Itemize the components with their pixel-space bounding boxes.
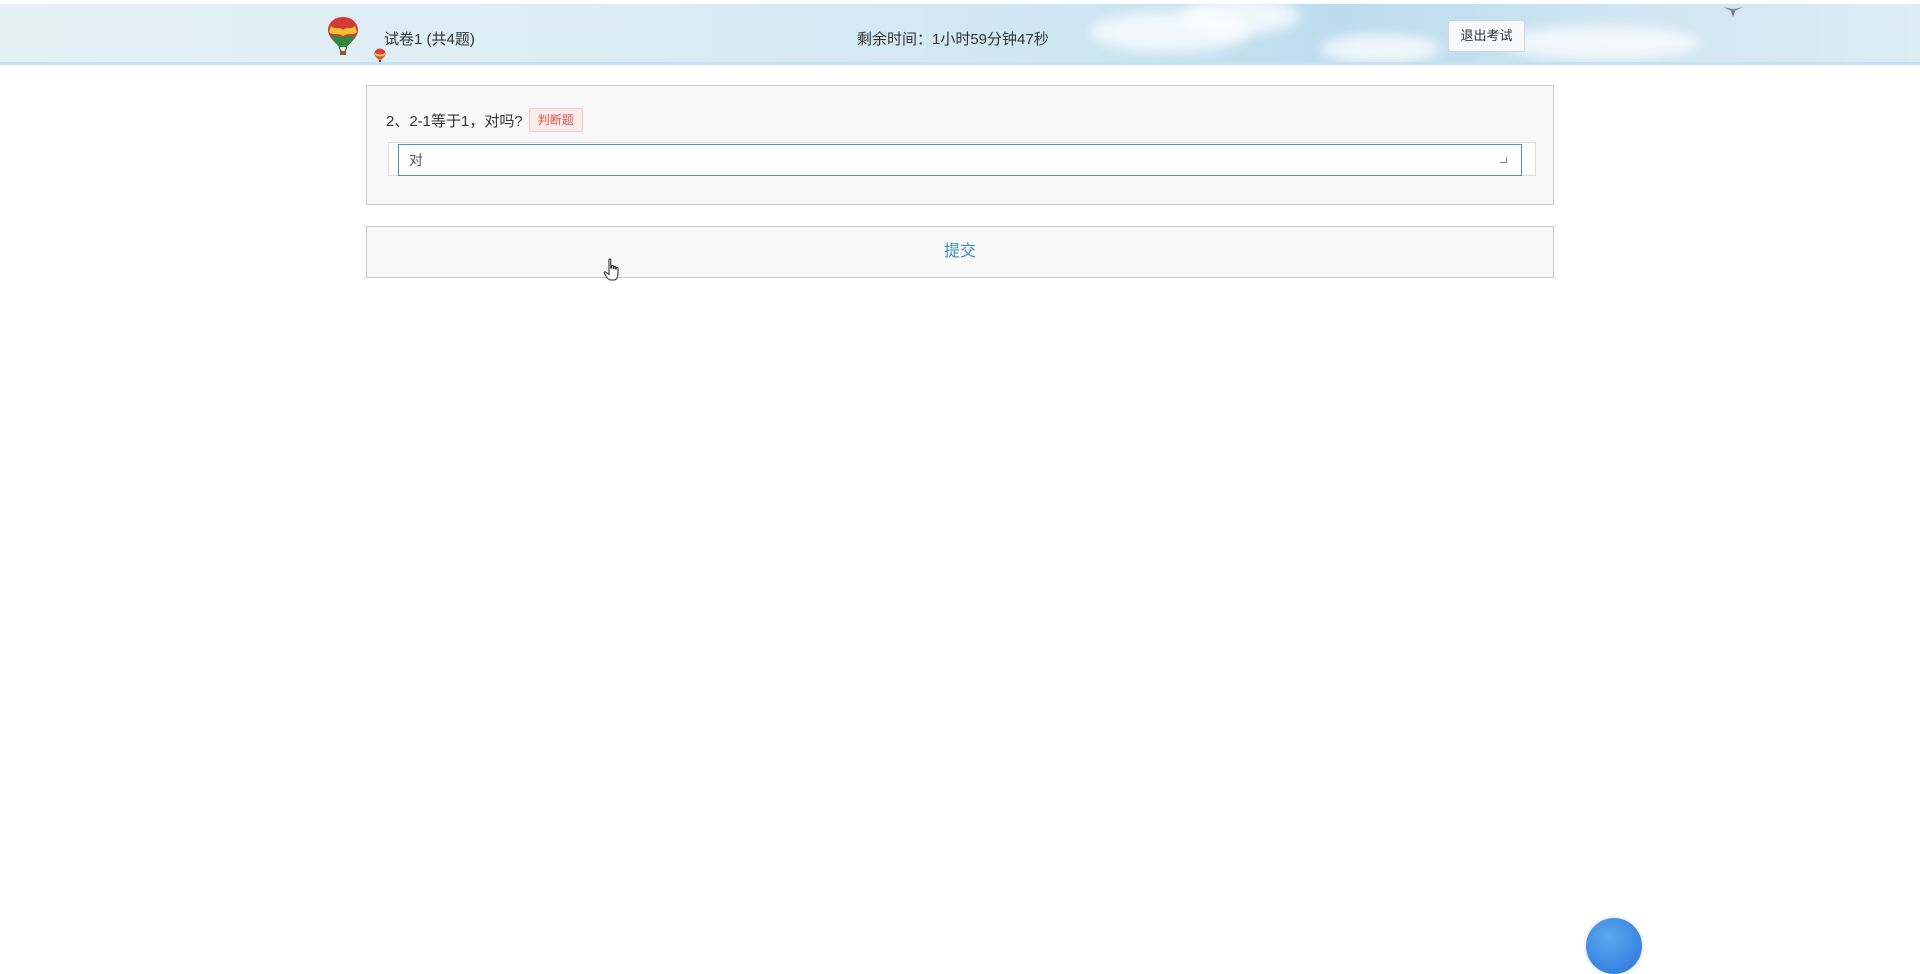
submit-button[interactable]: 提交 xyxy=(366,226,1554,278)
answer-field-wrapper: 对 xyxy=(388,142,1536,176)
question-type-badge: 判断题 xyxy=(528,108,583,132)
question-card: 2、2-1等于1，对吗? 判断题 对 xyxy=(366,85,1554,205)
answer-select[interactable]: 对 xyxy=(398,144,1522,176)
bird-icon xyxy=(1723,7,1743,17)
exam-header: 试卷1 (共4题) 剩余时间：1小时59分钟47秒 退出考试 xyxy=(0,4,1920,65)
resize-handle-icon xyxy=(1500,157,1507,163)
cloud-decoration xyxy=(1320,34,1440,62)
question-line: 2、2-1等于1，对吗? 判断题 xyxy=(386,108,583,132)
small-balloon-icon xyxy=(374,48,386,62)
answer-selected-value: 对 xyxy=(409,152,423,168)
cloud-decoration xyxy=(1500,26,1700,60)
hot-air-balloon-icon xyxy=(328,17,358,55)
assistant-bubble-icon[interactable] xyxy=(1586,918,1642,974)
countdown-timer: 剩余时间：1小时59分钟47秒 xyxy=(857,31,1049,48)
exam-title: 试卷1 (共4题) xyxy=(384,31,475,48)
exit-exam-button[interactable]: 退出考试 xyxy=(1448,20,1525,52)
hand-pointer-icon xyxy=(603,258,619,281)
question-text: 2、2-1等于1，对吗? xyxy=(386,112,523,130)
